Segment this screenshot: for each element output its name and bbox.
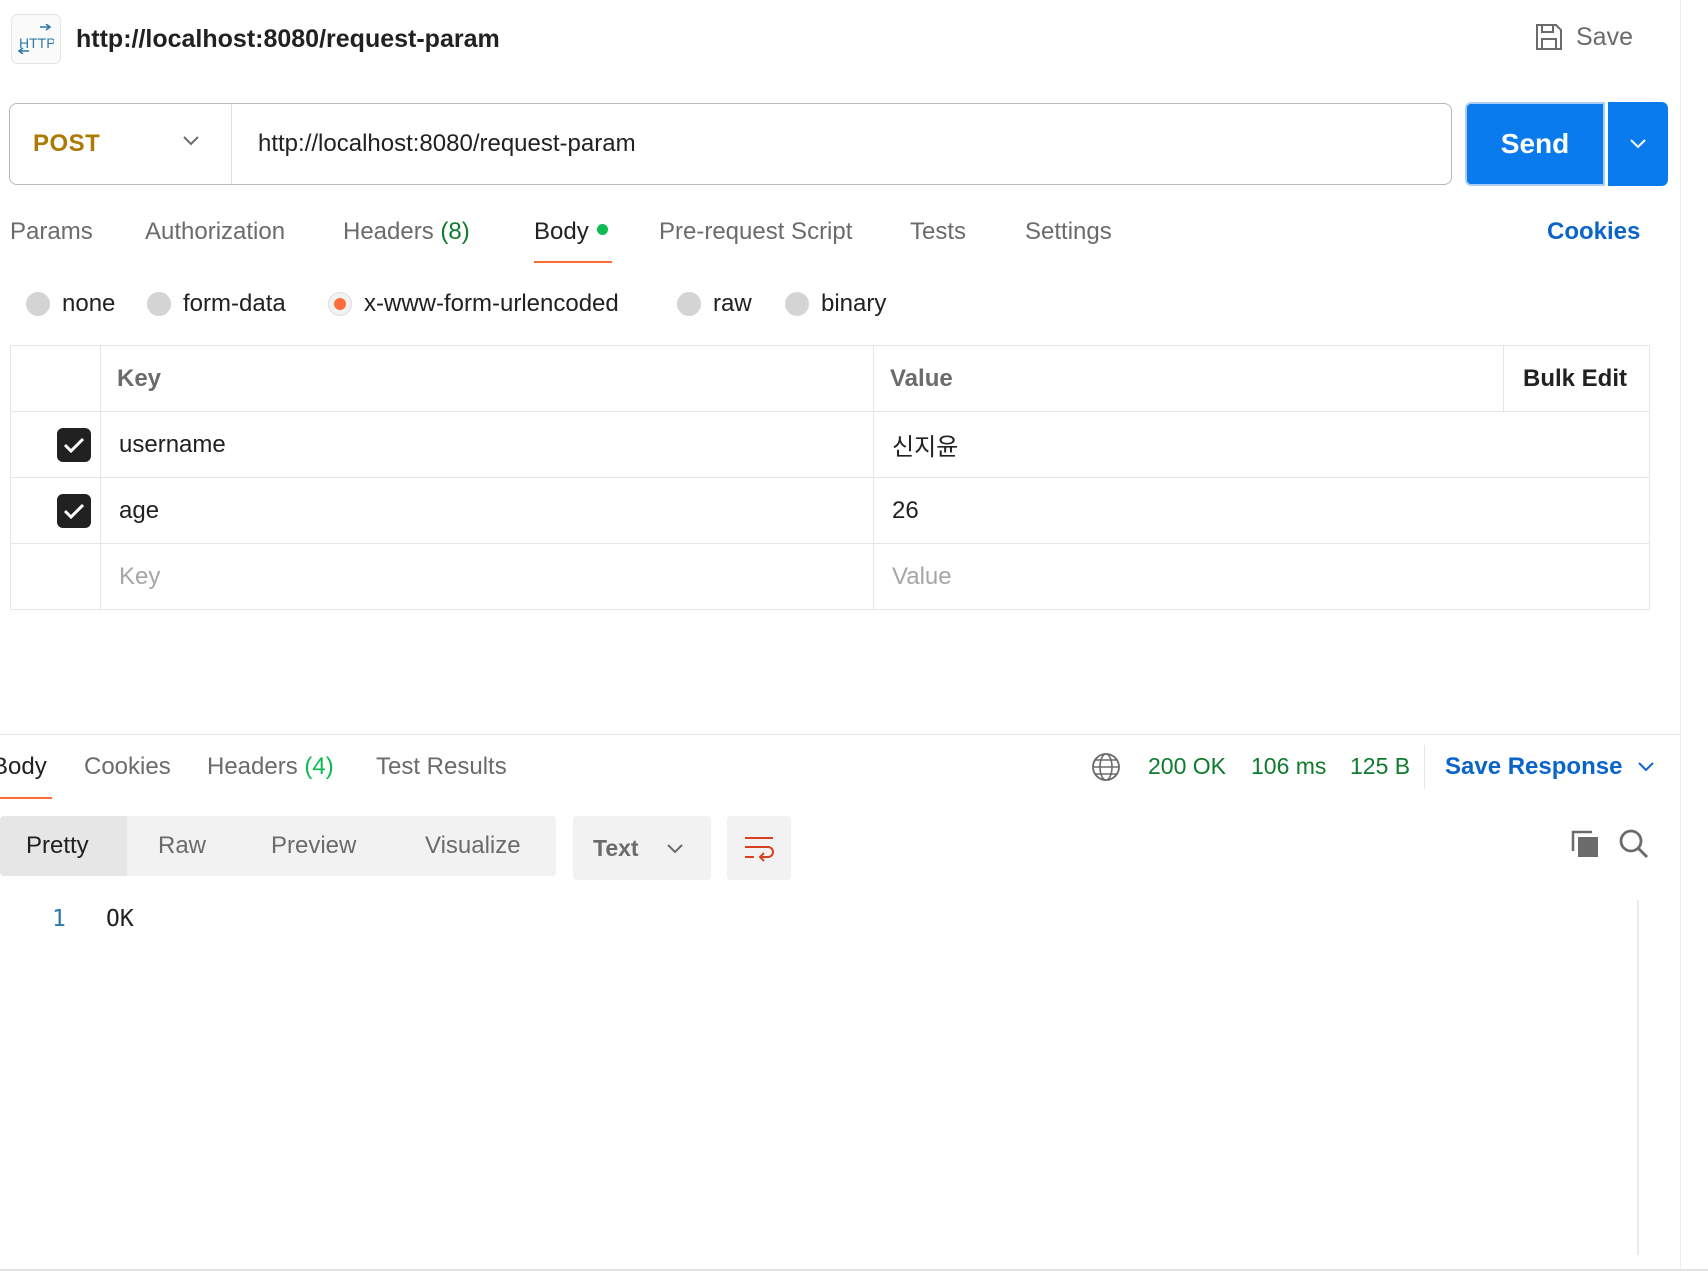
value-input-placeholder[interactable]: Value	[873, 543, 1650, 610]
view-mode-selector: Pretty Raw Preview Visualize	[0, 816, 556, 876]
save-label: Save	[1576, 22, 1633, 51]
table-header-row: Key Value Bulk Edit	[10, 345, 1650, 412]
resp-tab-cookies[interactable]: Cookies	[84, 753, 171, 781]
row-checkbox-cell	[10, 543, 101, 610]
response-body-line[interactable]: OK	[106, 906, 134, 932]
tab-headers-label: Headers	[343, 218, 434, 245]
wrap-lines-button[interactable]	[727, 816, 791, 880]
status-code[interactable]: 200 OK	[1148, 753, 1226, 780]
key-cell[interactable]: age	[100, 477, 874, 544]
table-row: username 신지윤	[10, 411, 1650, 478]
radio-circle	[26, 292, 50, 316]
row-checkbox-cell	[10, 411, 101, 478]
radio-binary[interactable]: binary	[785, 290, 886, 318]
resp-tab-headers-count: (4)	[304, 753, 334, 780]
row-checkbox[interactable]	[57, 493, 91, 528]
radio-circle-checked	[328, 292, 352, 316]
active-tab-indicator	[534, 261, 612, 263]
chevron-down-icon	[183, 136, 199, 146]
chevron-down-icon	[1638, 762, 1655, 772]
checkmark-icon	[63, 503, 85, 519]
http-icon: HTTP	[11, 14, 61, 64]
save-button[interactable]: Save	[1534, 22, 1633, 52]
url-bar: POST	[9, 103, 1452, 185]
checkbox-column-header	[10, 345, 101, 412]
key-input-placeholder[interactable]: Key	[100, 543, 874, 610]
response-size[interactable]: 125 B	[1350, 753, 1410, 780]
checkmark-icon	[63, 437, 85, 453]
search-icon[interactable]	[1618, 828, 1650, 860]
copy-icon[interactable]	[1570, 829, 1600, 859]
value-column-header: Value	[873, 345, 1504, 412]
view-preview[interactable]: Preview	[271, 816, 356, 876]
resp-tab-body[interactable]: Body	[0, 753, 47, 781]
tab-body-label: Body	[534, 218, 589, 245]
save-response-button[interactable]: Save Response	[1445, 753, 1656, 781]
body-params-table: Key Value Bulk Edit username 신지윤 age 26 …	[10, 345, 1650, 610]
tab-params[interactable]: Params	[10, 218, 93, 246]
resp-tab-test-results[interactable]: Test Results	[376, 753, 507, 781]
wrap-lines-icon	[745, 837, 774, 862]
globe-icon[interactable]	[1090, 751, 1122, 783]
key-column-header: Key	[100, 345, 874, 412]
scrollbar-track[interactable]	[1637, 900, 1639, 1255]
row-checkbox[interactable]	[57, 427, 91, 462]
chevron-down-icon	[667, 844, 683, 854]
method-select[interactable]: POST	[10, 104, 232, 184]
value-cell[interactable]: 신지윤	[873, 411, 1650, 478]
value-cell[interactable]: 26	[873, 477, 1650, 544]
body-indicator-dot	[596, 224, 608, 236]
tab-settings[interactable]: Settings	[1025, 218, 1112, 246]
method-label: POST	[33, 130, 101, 157]
radio-label: binary	[821, 290, 887, 317]
radio-form-data[interactable]: form-data	[147, 290, 286, 318]
response-divider[interactable]	[0, 734, 1680, 735]
status-separator	[1424, 745, 1425, 789]
resp-active-tab-indicator	[0, 797, 52, 799]
bottom-border	[0, 1269, 1708, 1271]
tab-body[interactable]: Body	[534, 218, 608, 246]
radio-label: raw	[713, 290, 752, 317]
send-button[interactable]: Send	[1465, 102, 1605, 186]
format-select[interactable]: Text	[573, 816, 711, 880]
resp-tab-headers[interactable]: Headers (4)	[207, 753, 334, 781]
radio-label: form-data	[183, 290, 286, 317]
send-dropdown-button[interactable]	[1608, 102, 1668, 186]
resp-tab-headers-label: Headers	[207, 753, 298, 780]
radio-label: x-www-form-urlencoded	[364, 290, 619, 317]
request-title[interactable]: http://localhost:8080/request-param	[76, 25, 500, 54]
view-visualize[interactable]: Visualize	[425, 816, 521, 876]
line-number: 1	[52, 906, 66, 932]
key-cell[interactable]: username	[100, 411, 874, 478]
svg-text:HTTP: HTTP	[19, 35, 54, 51]
response-time[interactable]: 106 ms	[1251, 753, 1326, 780]
save-icon	[1536, 24, 1562, 50]
table-row: age 26	[10, 477, 1650, 544]
tab-tests[interactable]: Tests	[910, 218, 966, 246]
view-raw[interactable]: Raw	[158, 816, 206, 876]
tab-headers[interactable]: Headers (8)	[343, 218, 470, 246]
view-pretty[interactable]: Pretty	[0, 816, 127, 876]
radio-none[interactable]: none	[26, 290, 115, 318]
tab-pre-request-script[interactable]: Pre-request Script	[659, 218, 852, 246]
format-label: Text	[593, 834, 639, 861]
tab-authorization[interactable]: Authorization	[145, 218, 285, 246]
radio-circle	[147, 292, 171, 316]
row-checkbox-cell	[10, 477, 101, 544]
save-response-label: Save Response	[1445, 753, 1623, 780]
tab-headers-count: (8)	[440, 218, 470, 245]
url-input[interactable]	[232, 104, 1451, 184]
radio-label: none	[62, 290, 116, 317]
cookies-link[interactable]: Cookies	[1547, 218, 1640, 246]
send-group: Send	[1465, 102, 1668, 186]
table-row-empty: Key Value	[10, 543, 1650, 610]
bulk-edit-button[interactable]: Bulk Edit	[1503, 345, 1650, 412]
chevron-down-icon	[1630, 139, 1646, 149]
radio-circle	[785, 292, 809, 316]
radio-circle	[677, 292, 701, 316]
radio-raw[interactable]: raw	[677, 290, 752, 318]
radio-x-www-form-urlencoded[interactable]: x-www-form-urlencoded	[328, 290, 619, 318]
panel-edge	[1680, 0, 1681, 1270]
